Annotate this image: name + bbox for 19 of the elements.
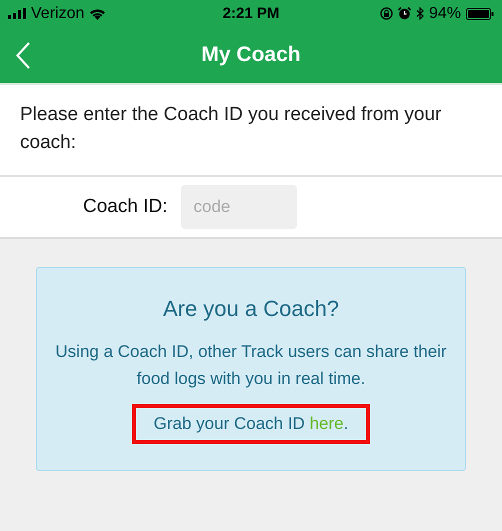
carrier-name: Verizon [31,4,84,22]
chevron-left-icon [16,42,30,69]
alarm-clock-icon [398,7,411,20]
rotation-lock-icon [380,7,393,20]
field-label: Coach ID: [83,196,168,218]
coach-id-field[interactable]: code [181,185,298,229]
battery-icon [466,8,494,20]
instruction-text: Please enter the Coach ID you received from your coach: [20,103,442,155]
screen-title: My Coach [201,43,301,67]
signal-icon [8,8,26,19]
status-time: 2:21 PM [222,5,280,22]
wifi-icon [89,8,106,20]
card-description: Using a Coach ID, other Track users can share their food logs with you in real time. [54,341,448,390]
coach-id-sentence: Grab your Coach ID here. [154,414,348,434]
here-link[interactable]: here [310,414,344,433]
card-title: Are you a Coach? [162,296,340,322]
back-button[interactable] [14,40,32,71]
battery-percent: 94% [428,4,461,22]
bluetooth-icon [416,7,424,20]
